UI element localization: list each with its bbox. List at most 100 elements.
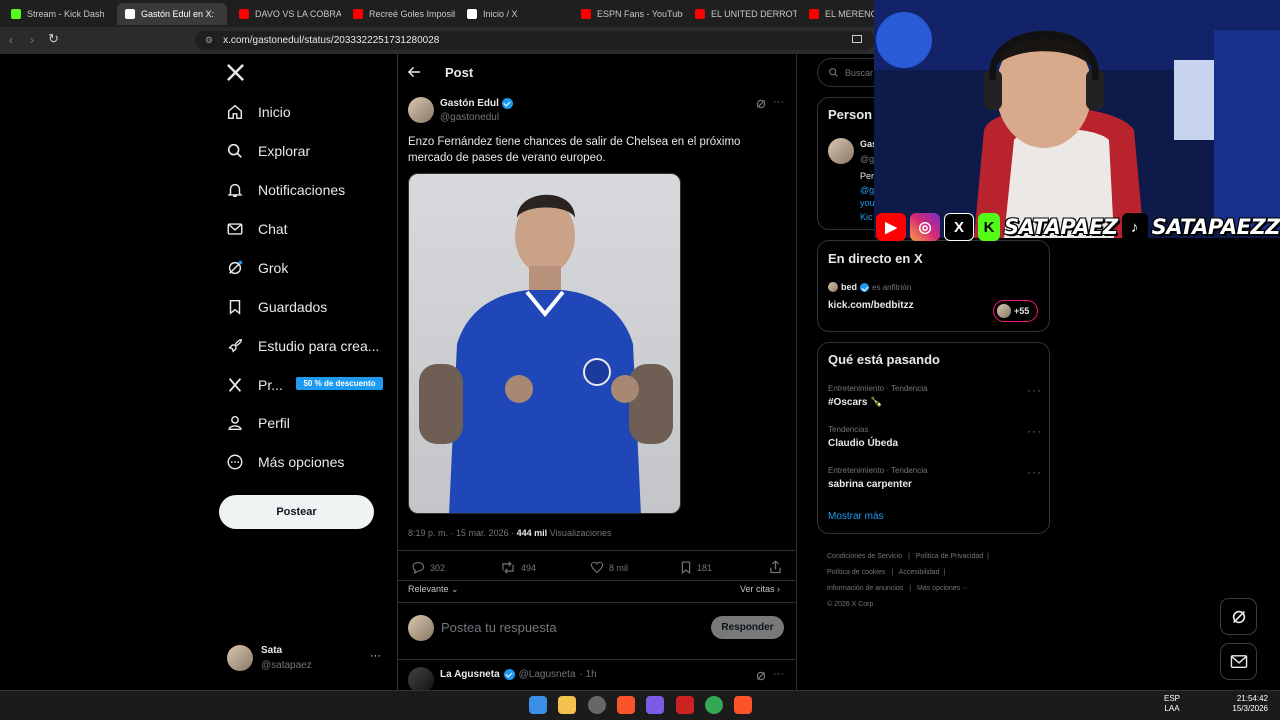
browser-tab[interactable]: Gastón Edul en X:	[117, 3, 227, 25]
nav-grok-label: Grok	[258, 260, 289, 276]
reply-input[interactable]: Postea tu respuesta	[441, 620, 557, 635]
browser-tab[interactable]: ESPN Fans - YouTube	[573, 3, 683, 25]
trend-item[interactable]: Entretenimiento · Tendencia #Oscars 🍾	[828, 384, 927, 408]
post-button[interactable]: Postear	[219, 495, 374, 529]
site-info-icon[interactable]: ⚙	[205, 35, 213, 46]
footer-link[interactable]: Más opciones ···	[917, 585, 969, 592]
repost-icon	[502, 561, 514, 574]
bookmark-icon	[681, 561, 691, 574]
post-meta: 8:19 p. m. · 15 mar. 2026 · 444 mil Visu…	[408, 528, 611, 538]
people-bio-link[interactable]: @g	[860, 184, 875, 198]
post-image[interactable]	[408, 173, 681, 514]
language-indicator[interactable]: ESP LAA	[1164, 694, 1180, 714]
share-icon[interactable]	[769, 560, 782, 574]
divider	[397, 580, 795, 581]
repost-action[interactable]: 494	[500, 561, 536, 574]
live-host-name[interactable]: bed	[841, 282, 857, 292]
reload-icon[interactable]: ↻	[48, 31, 59, 47]
nav-home-label: Inicio	[258, 104, 291, 120]
overlay-handle: SATAPAEZZ	[1151, 215, 1280, 239]
brave-icon[interactable]	[617, 696, 635, 714]
live-listeners[interactable]: +55	[993, 300, 1038, 322]
browser-tab[interactable]: Recreé Goles Imposib	[345, 3, 455, 25]
footer-link[interactable]: Accesibilidad	[899, 569, 940, 576]
grok-icon[interactable]	[755, 670, 767, 682]
app-icon[interactable]	[646, 696, 664, 714]
nav-more[interactable]: Más opciones	[226, 453, 344, 471]
footer-link[interactable]: Política de Privacidad	[916, 553, 983, 560]
trend-more-icon[interactable]: ···	[1027, 424, 1042, 438]
footer-link[interactable]: Política de cookies	[827, 569, 885, 576]
author-avatar[interactable]	[408, 97, 434, 123]
account-menu-icon[interactable]: ···	[370, 650, 381, 662]
user-avatar[interactable]	[227, 645, 253, 671]
people-bio-link[interactable]: Kic	[860, 211, 875, 225]
browser-tab[interactable]: Inicio / X	[459, 3, 569, 25]
clock-time: 21:54:42	[1236, 694, 1268, 703]
reply-more-icon[interactable]: ···	[773, 668, 784, 680]
nav-profile[interactable]: Perfil	[226, 414, 290, 432]
messages-float-button[interactable]	[1220, 643, 1257, 680]
cast-icon[interactable]	[852, 35, 862, 43]
trend-more-icon[interactable]: ···	[1027, 383, 1042, 397]
file-explorer-icon[interactable]	[558, 696, 576, 714]
reply-author-handle[interactable]: @Lagusneta	[519, 669, 576, 680]
grok-float-button[interactable]	[1220, 598, 1257, 635]
divider	[397, 550, 795, 551]
bookmark-action[interactable]: 181	[680, 561, 712, 574]
footer-link[interactable]: Información de anuncios	[827, 585, 903, 592]
sort-label: Relevante	[408, 584, 449, 594]
grok-icon[interactable]	[755, 98, 767, 110]
address-bar[interactable]: ⚙ x.com/gastonedul/status/20333222517312…	[195, 31, 875, 50]
start-icon[interactable]	[529, 696, 547, 714]
nav-creator-studio[interactable]: Estudio para crea...	[226, 337, 379, 355]
browser-tab[interactable]: DAVO VS LA COBRA:	[231, 3, 341, 25]
footer-link[interactable]: Condiciones de Servicio	[827, 553, 902, 560]
app-icon[interactable]	[676, 696, 694, 714]
reply-button[interactable]: Responder	[711, 616, 784, 639]
page-title: Post	[445, 65, 474, 80]
author-name[interactable]: Gastón Edul	[440, 98, 499, 109]
language-secondary: LAA	[1164, 704, 1180, 713]
reply-author-name[interactable]: La Agusneta	[440, 669, 500, 680]
nav-premium[interactable]: Pr...	[226, 376, 283, 394]
nav-chat-label: Chat	[258, 221, 288, 237]
nav-bookmarks-label: Guardados	[258, 299, 328, 315]
brave-icon[interactable]	[734, 696, 752, 714]
nav-explore[interactable]: Explorar	[226, 142, 310, 160]
chrome-icon[interactable]	[705, 696, 723, 714]
back-icon[interactable]: ‹	[9, 33, 13, 47]
trend-context: Entretenimiento · Tendencia	[828, 384, 928, 393]
home-icon	[227, 104, 243, 120]
trend-item[interactable]: Entretenimiento · Tendencia sabrina carp…	[828, 466, 927, 490]
clock[interactable]: 21:54:42 15/3/2026	[1230, 694, 1268, 714]
browser-tab[interactable]: Stream - Kick Dash	[3, 3, 113, 25]
nav-bookmarks[interactable]: Guardados	[226, 298, 327, 316]
x-logo-icon[interactable]	[226, 63, 245, 82]
back-arrow-icon[interactable]	[408, 66, 421, 78]
trend-item[interactable]: Tendencias Claudio Úbeda	[828, 425, 898, 449]
sort-replies-dropdown[interactable]: Relevante ⌄	[408, 584, 459, 595]
trend-context: Entretenimiento · Tendencia	[828, 466, 928, 475]
nav-grok[interactable]: Grok	[226, 259, 288, 277]
view-quotes-link[interactable]: Ver citas ›	[740, 584, 780, 594]
x-icon	[228, 378, 242, 392]
nav-notifications[interactable]: Notificaciones	[226, 181, 345, 199]
people-bio-link[interactable]: you	[860, 197, 875, 211]
app-icon[interactable]	[588, 696, 606, 714]
show-more-link[interactable]: Mostrar más	[828, 511, 884, 522]
nav-chat[interactable]: Chat	[226, 220, 288, 238]
people-avatar[interactable]	[828, 138, 854, 164]
post-timestamp: 8:19 p. m. · 15 mar. 2026 ·	[408, 528, 517, 538]
trend-more-icon[interactable]: ···	[1027, 465, 1042, 479]
nav-home[interactable]: Inicio	[226, 103, 291, 121]
like-action[interactable]: 8 mil	[590, 561, 628, 574]
browser-tab[interactable]: EL UNITED DERROTÓ A	[687, 3, 797, 25]
kick-icon: K	[978, 213, 1000, 241]
author-handle[interactable]: @gastonedul	[440, 112, 499, 123]
reply-action[interactable]: 302	[411, 561, 445, 574]
post-more-icon[interactable]: ···	[773, 96, 784, 108]
live-link[interactable]: kick.com/bedbitzz	[828, 300, 914, 311]
heart-icon	[590, 561, 604, 574]
forward-icon[interactable]: ›	[30, 33, 34, 47]
